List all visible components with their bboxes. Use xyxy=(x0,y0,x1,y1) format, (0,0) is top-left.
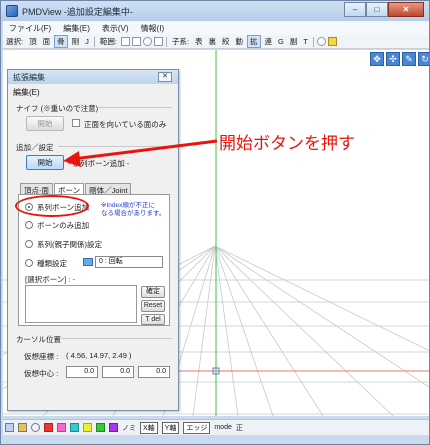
rotate-view-icon[interactable]: ↻ xyxy=(418,52,430,66)
group-divider xyxy=(98,107,172,108)
title-bar[interactable]: PMDView -追加設定編集中- – □ ✕ xyxy=(1,1,429,21)
cyan-icon[interactable] xyxy=(70,423,79,432)
toolbar: 選択: 頂 面 骨 剛 J 範囲: 子系: 表 裏 絞 動 拡 連 G 副 T xyxy=(3,35,429,49)
select-face-button[interactable]: 面 xyxy=(41,36,53,47)
close-button[interactable]: ✕ xyxy=(388,2,424,17)
sphere-icon[interactable] xyxy=(31,423,40,432)
front-face-label: 正面を向いている面のみ xyxy=(84,120,167,129)
child-t-button[interactable]: T xyxy=(301,37,310,46)
annotation-ellipse xyxy=(15,195,89,217)
toolbar-divider xyxy=(93,36,95,47)
purple-icon[interactable] xyxy=(109,423,118,432)
front-face-checkbox[interactable] xyxy=(72,119,80,127)
select-joint-button[interactable]: J xyxy=(83,37,91,46)
group-divider xyxy=(62,338,172,339)
color-icon[interactable] xyxy=(18,423,27,432)
menu-edit[interactable]: 編集(E) xyxy=(57,23,96,34)
status-bar: ノミ X軸 Y軸 エッジ mode 正 xyxy=(3,419,429,435)
bone-only-add-label: ボーンのみ追加 xyxy=(37,221,90,230)
child-label: 子系: xyxy=(171,37,190,46)
type-setting-label: 種類設定 xyxy=(37,259,67,268)
extended-edit-dialog: 拡張編集 ✕ 編集(E) ナイフ (※重いので注意) 開始 正面を向いている面の… xyxy=(7,69,179,411)
select-bone-button[interactable]: 骨 xyxy=(54,35,68,48)
tdel-button[interactable]: T del xyxy=(141,314,165,325)
select-rigid-button[interactable]: 剛 xyxy=(70,36,82,47)
target-icon[interactable] xyxy=(316,37,326,46)
toolbar-divider xyxy=(165,36,167,47)
grid-icon[interactable] xyxy=(327,37,337,46)
knife-start-button[interactable]: 開始 xyxy=(26,116,64,131)
app-icon xyxy=(6,5,18,17)
annotation-text: 開始ボタンを押す xyxy=(219,134,355,153)
center-y-input[interactable]: 0.0 xyxy=(102,366,134,378)
menu-view[interactable]: 表示(V) xyxy=(96,23,135,34)
maximize-button[interactable]: □ xyxy=(366,2,388,17)
range-circle-icon[interactable] xyxy=(142,37,152,46)
view-control-icons: ✥ ✣ ✎ ↻ xyxy=(368,52,430,66)
status-mode-dropdown[interactable]: mode xyxy=(212,424,234,431)
range-all-icon[interactable] xyxy=(153,37,163,46)
radio-bone-only-add[interactable] xyxy=(25,221,33,229)
menu-info[interactable]: 情報(I) xyxy=(135,23,171,34)
selected-bone-list[interactable] xyxy=(25,285,137,323)
radio-type-setting[interactable] xyxy=(25,259,33,267)
range-rect-icon[interactable] xyxy=(120,37,130,46)
selected-bone-label: [選択ボーン] : - xyxy=(25,275,76,284)
status-x-axis[interactable]: X軸 xyxy=(140,421,158,434)
menu-bar: ファイル(F) 編集(E) 表示(V) 情報(I) xyxy=(3,21,429,35)
type-select[interactable]: 0 : 回転 xyxy=(95,256,163,268)
menu-file[interactable]: ファイル(F) xyxy=(3,23,57,34)
reset-button[interactable]: Reset xyxy=(141,300,165,312)
center-x-input[interactable]: 0.0 xyxy=(66,366,98,378)
child-move-button[interactable]: 動 xyxy=(234,36,246,47)
pen-icon[interactable]: ✎ xyxy=(402,52,416,66)
range-free-icon[interactable] xyxy=(131,37,141,46)
status-edge[interactable]: エッジ xyxy=(183,421,211,434)
dialog-title-bar[interactable]: 拡張編集 ✕ xyxy=(8,70,178,84)
status-front[interactable]: 正 xyxy=(234,423,245,433)
child-back-button[interactable]: 裏 xyxy=(207,36,219,47)
pan-view-icon[interactable]: ✣ xyxy=(386,52,400,66)
dialog-title: 拡張編集 xyxy=(13,72,45,82)
add-start-button[interactable]: 開始 xyxy=(26,155,64,170)
yellow-icon[interactable] xyxy=(83,423,92,432)
child-link-button[interactable]: 連 xyxy=(263,36,275,47)
cursor-group-label: カーソル位置 xyxy=(16,335,61,344)
virtual-coord-value: ( 4.56, 14.97, 2.49 ) xyxy=(66,351,132,360)
virtual-coord-label: 仮想座標 : xyxy=(24,352,59,361)
minimize-button[interactable]: – xyxy=(344,2,366,17)
center-z-input[interactable]: 0.0 xyxy=(138,366,170,378)
green-icon[interactable] xyxy=(96,423,105,432)
dialog-close-icon[interactable]: ✕ xyxy=(158,72,172,82)
child-narrow-button[interactable]: 絞 xyxy=(220,36,232,47)
status-y-axis[interactable]: Y軸 xyxy=(161,421,180,434)
index-warning-note: ※Index順が不正に なる場合があります。 xyxy=(101,202,166,217)
pink-icon[interactable] xyxy=(57,423,66,432)
red-triangle-icon[interactable] xyxy=(44,423,53,432)
chain-parent-set-label: 系列(親子関係)設定 xyxy=(37,240,102,249)
confirm-button[interactable]: 確定 xyxy=(141,286,165,298)
range-label: 範囲: xyxy=(99,37,117,46)
status-nomi[interactable]: ノミ xyxy=(120,423,138,433)
virtual-center-label: 仮想中心 : xyxy=(24,369,59,378)
radio-chain-parent-set[interactable] xyxy=(25,240,33,248)
type-color-swatch xyxy=(83,258,93,266)
select-vertex-button[interactable]: 頂 xyxy=(27,36,39,47)
child-g-button[interactable]: G xyxy=(276,37,286,46)
dialog-edit-menu[interactable]: 編集(E) xyxy=(13,87,40,98)
view-mode-icon[interactable] xyxy=(5,423,14,432)
knife-group-label: ナイフ (※重いので注意) xyxy=(16,104,99,113)
move-view-icon[interactable]: ✥ xyxy=(370,52,384,66)
child-expand-button[interactable]: 拡 xyxy=(247,35,261,48)
main-window: PMDView -追加設定編集中- – □ ✕ ファイル(F) 編集(E) 表示… xyxy=(0,0,430,445)
select-label: 選択: xyxy=(6,37,24,46)
add-group-label: 追加／設定 xyxy=(16,143,54,152)
toolbar-divider xyxy=(312,36,314,47)
child-sub-button[interactable]: 副 xyxy=(288,36,300,47)
window-title: PMDView -追加設定編集中- xyxy=(22,6,133,17)
child-front-button[interactable]: 表 xyxy=(193,36,205,47)
annotation-arrow xyxy=(63,139,218,167)
